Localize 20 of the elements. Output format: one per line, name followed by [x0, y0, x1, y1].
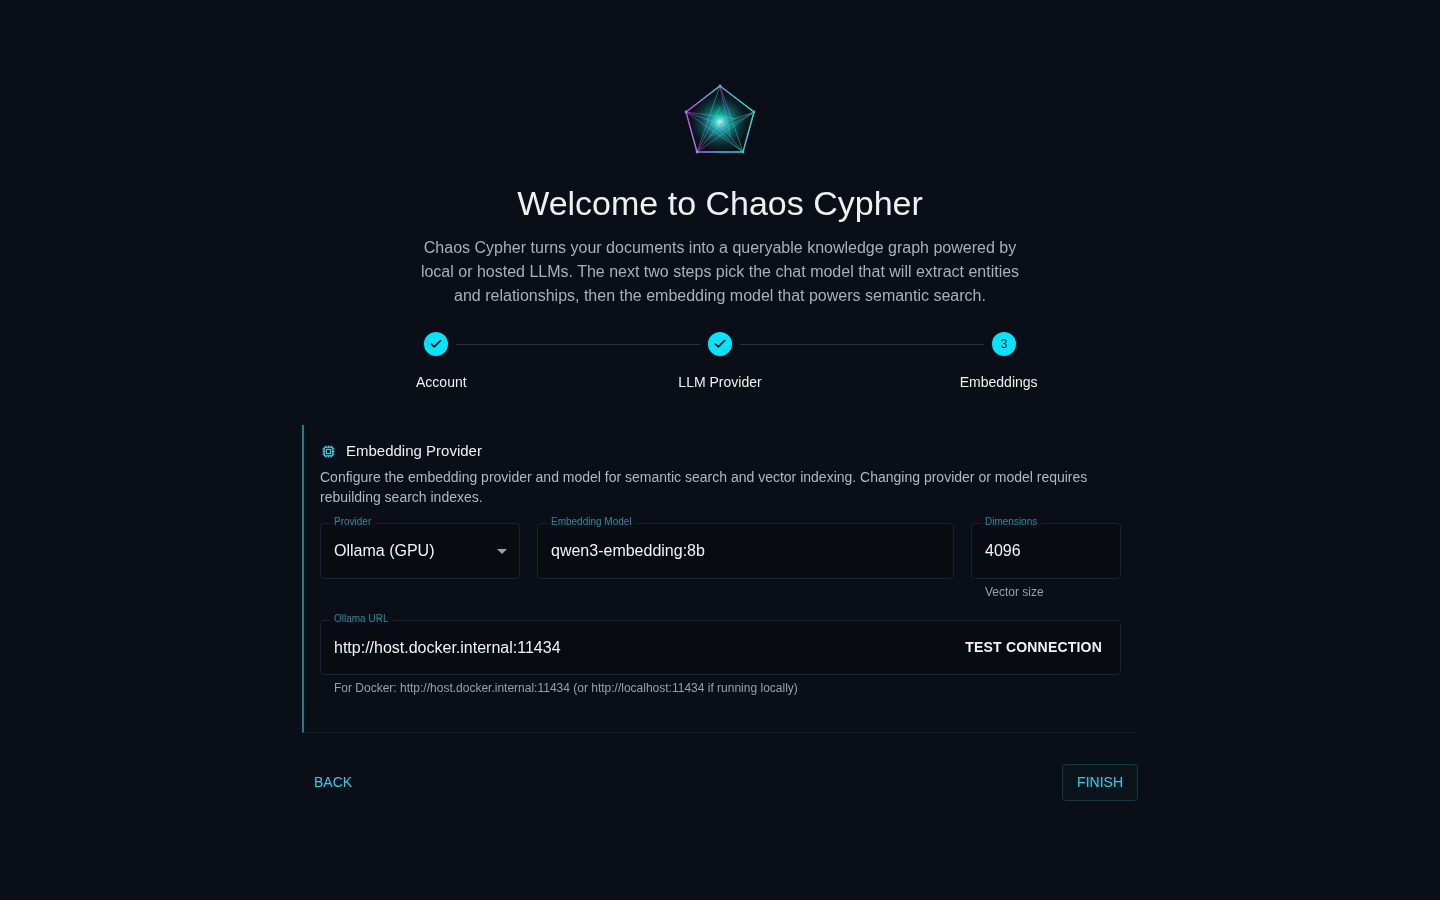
test-connection-button[interactable]: TEST CONNECTION: [955, 629, 1112, 666]
step-number: 3: [992, 332, 1016, 356]
finish-button[interactable]: FINISH: [1062, 764, 1138, 801]
card-title: Embedding Provider: [346, 441, 482, 461]
caret-icon: [497, 548, 507, 554]
step-label: Embeddings: [959, 373, 1038, 392]
field-label: Embedding Model: [547, 516, 636, 528]
intro-text: Chaos Cypher turns your documents into a queryable knowledge graph powered by local or hosted LLMs. The next two steps pick the chat model that will extract entities and relationships, then the embedding model that powers semantic search.: [419, 238, 1021, 306]
chip-icon: [322, 444, 335, 458]
helper-text: For Docker: http://host.docker.internal:11434 (or http://localhost:11434 if running locally): [333, 681, 799, 696]
field-label: Provider: [330, 516, 376, 528]
pentagon-logo: [684, 84, 756, 156]
helper-text: Vector size: [984, 585, 1045, 600]
field-label: Ollama URL: [330, 613, 393, 625]
field-label: Dimensions: [981, 516, 1042, 528]
back-button[interactable]: BACK: [302, 764, 365, 801]
page-title: Welcome to Chaos Cypher: [517, 183, 923, 223]
step-label: Account: [416, 373, 467, 392]
card-description: Configure the embedding provider and model for semantic search and vector indexing. Changing provider or model requires rebuilding search indexes.: [320, 468, 1089, 507]
step-label: LLM Provider: [678, 373, 762, 392]
